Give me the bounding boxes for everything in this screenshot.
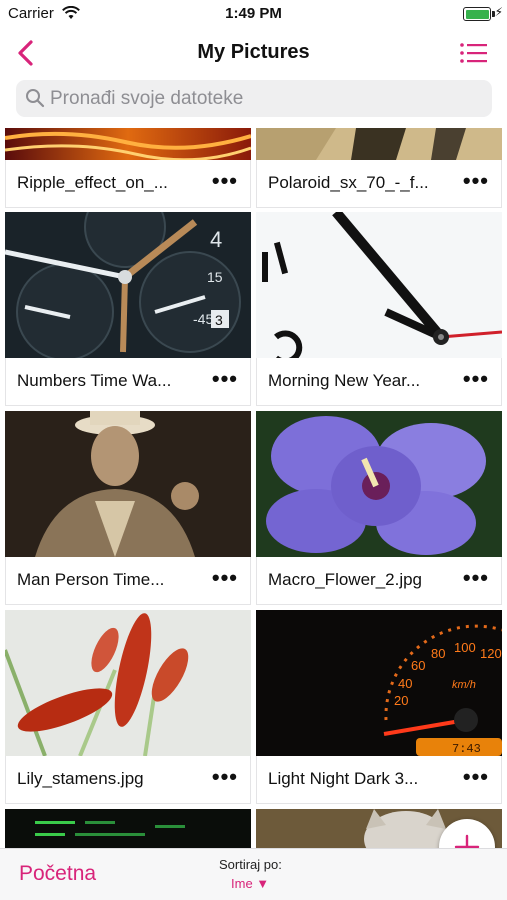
file-caption: Man Person Time... ••• bbox=[5, 557, 251, 605]
file-grid: Ripple_effect_on_... ••• Polaroid_sx_70_… bbox=[0, 128, 507, 848]
more-icon[interactable]: ••• bbox=[212, 766, 238, 788]
nav-bar: My Pictures bbox=[0, 28, 507, 78]
svg-text:4: 4 bbox=[210, 227, 222, 252]
thumbnail-image bbox=[256, 411, 502, 557]
file-caption: Light Night Dark 3... ••• bbox=[256, 756, 502, 804]
svg-text:20: 20 bbox=[394, 693, 408, 708]
page-title: My Pictures bbox=[197, 41, 310, 63]
file-card[interactable]: Macro_Flower_2.jpg ••• bbox=[256, 411, 502, 606]
more-icon[interactable]: ••• bbox=[212, 170, 238, 192]
thumbnail-image bbox=[5, 411, 251, 557]
svg-text:3: 3 bbox=[215, 312, 223, 328]
clock: 1:49 PM bbox=[225, 5, 282, 22]
file-name: Man Person Time... bbox=[17, 570, 165, 589]
bottom-bar: Početna Sortiraj po: Ime ▼ bbox=[0, 848, 507, 900]
sort-dropdown[interactable]: Ime ▼ bbox=[231, 876, 269, 891]
svg-text:7:43: 7:43 bbox=[452, 742, 481, 756]
file-name: Lily_stamens.jpg bbox=[17, 769, 144, 788]
file-card[interactable]: 4 -45 15 3 Numbers Time Wa... ••• bbox=[5, 212, 251, 407]
more-icon[interactable]: ••• bbox=[463, 567, 489, 589]
sort-label: Sortiraj po: bbox=[219, 857, 282, 872]
file-caption: Lily_stamens.jpg ••• bbox=[5, 756, 251, 804]
thumbnail-image bbox=[5, 610, 251, 756]
file-card[interactable]: Ripple_effect_on_... ••• bbox=[5, 128, 251, 208]
more-icon[interactable]: ••• bbox=[463, 368, 489, 390]
file-name: Macro_Flower_2.jpg bbox=[268, 570, 423, 589]
file-caption: Numbers Time Wa... ••• bbox=[5, 358, 251, 406]
file-name: Morning New Year... bbox=[268, 371, 421, 390]
thumbnail-image bbox=[256, 212, 502, 358]
svg-text:100: 100 bbox=[454, 640, 476, 655]
thumbnail-image: 20 40 60 80 100 120 km/h 7:43 bbox=[256, 610, 502, 756]
svg-text:60: 60 bbox=[411, 658, 425, 673]
thumbnail-image bbox=[5, 128, 251, 160]
battery-icon bbox=[463, 7, 495, 21]
file-card[interactable]: Lily_stamens.jpg ••• bbox=[5, 610, 251, 805]
charging-icon: ⚡ bbox=[494, 5, 503, 19]
svg-text:-45: -45 bbox=[193, 311, 213, 327]
file-name: Numbers Time Wa... bbox=[17, 371, 172, 390]
svg-text:40: 40 bbox=[398, 676, 412, 691]
thumbnail-image bbox=[256, 128, 502, 160]
file-card[interactable]: Man Person Time... ••• bbox=[5, 411, 251, 606]
svg-text:80: 80 bbox=[431, 646, 445, 661]
file-card[interactable]: 20 40 60 80 100 120 km/h 7:43 Light Nigh… bbox=[256, 610, 502, 805]
list-view-icon[interactable] bbox=[459, 39, 489, 67]
file-card[interactable] bbox=[5, 809, 251, 848]
file-name: Light Night Dark 3... bbox=[268, 769, 419, 788]
svg-text:15: 15 bbox=[207, 269, 223, 285]
search-icon bbox=[26, 89, 45, 108]
thumbnail-image: 4 -45 15 3 bbox=[5, 212, 251, 358]
file-caption: Morning New Year... ••• bbox=[256, 358, 502, 406]
search-input[interactable] bbox=[50, 84, 480, 113]
status-bar: Carrier 1:49 PM ⚡ bbox=[0, 0, 507, 28]
more-icon[interactable]: ••• bbox=[463, 170, 489, 192]
file-name: Ripple_effect_on_... bbox=[17, 173, 168, 192]
file-caption: Macro_Flower_2.jpg ••• bbox=[256, 557, 502, 605]
file-caption: Ripple_effect_on_... ••• bbox=[5, 160, 251, 208]
svg-text:120: 120 bbox=[480, 646, 502, 661]
more-icon[interactable]: ••• bbox=[212, 567, 238, 589]
svg-text:km/h: km/h bbox=[452, 679, 476, 691]
file-name: Polaroid_sx_70_-_f... bbox=[268, 173, 429, 192]
file-card[interactable]: Polaroid_sx_70_-_f... ••• bbox=[256, 128, 502, 208]
thumbnail-image bbox=[5, 809, 251, 848]
search-bar bbox=[16, 80, 492, 117]
file-caption: Polaroid_sx_70_-_f... ••• bbox=[256, 160, 502, 208]
more-icon[interactable]: ••• bbox=[463, 766, 489, 788]
file-card[interactable]: Morning New Year... ••• bbox=[256, 212, 502, 407]
more-icon[interactable]: ••• bbox=[212, 368, 238, 390]
home-button[interactable]: Početna bbox=[19, 862, 96, 886]
